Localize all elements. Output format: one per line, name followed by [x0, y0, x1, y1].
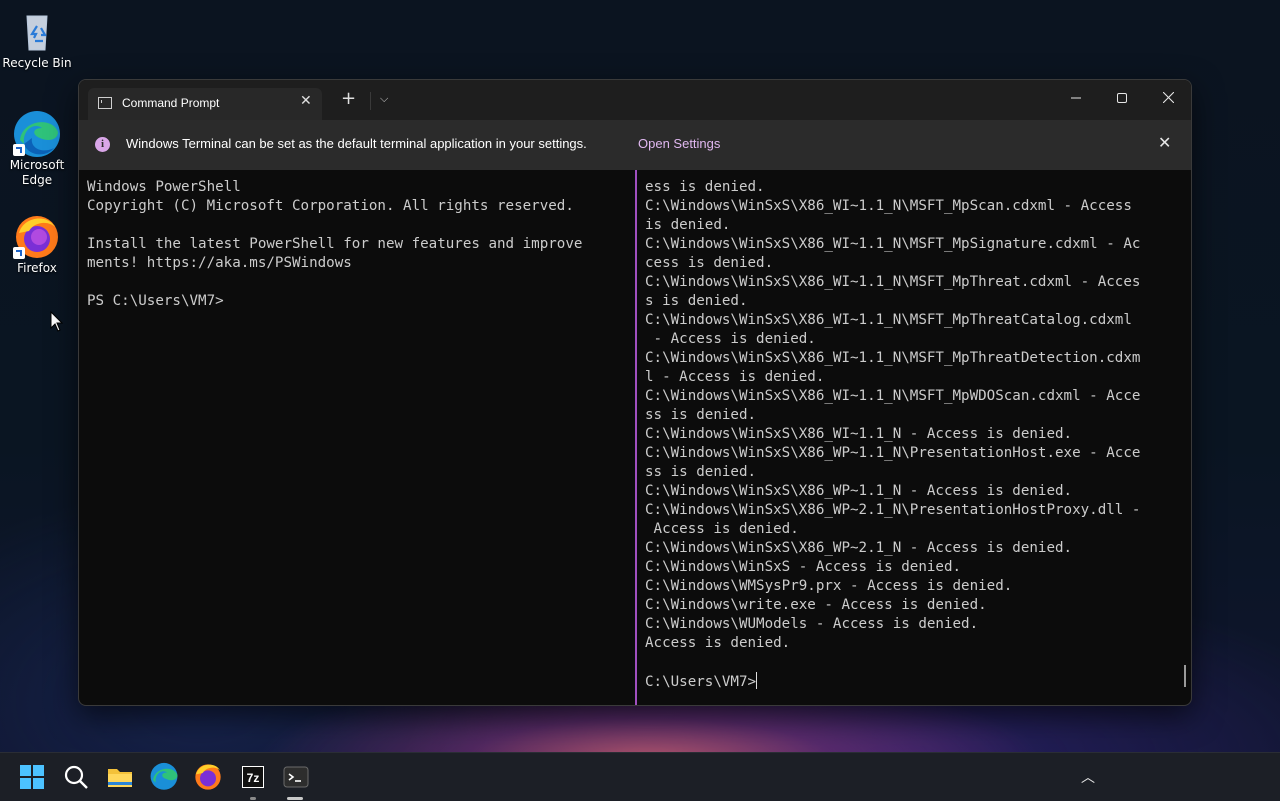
left-terminal-pane[interactable]: Windows PowerShell Copyright (C) Microsof… — [79, 170, 635, 705]
mouse-cursor-icon — [50, 311, 64, 332]
terminal-line: C:\Windows\WinSxS\X86_WP~2.1_N - Access … — [645, 540, 1073, 556]
scrollbar[interactable] — [1184, 665, 1186, 687]
tab-command-prompt[interactable]: Command Prompt ✕ — [88, 88, 322, 120]
terminal-line: Access is denied. — [645, 521, 799, 537]
terminal-button[interactable] — [280, 761, 312, 793]
prompt-text: C:\Users\VM7> — [645, 674, 757, 690]
terminal-line: ss is denied. — [645, 407, 757, 423]
terminal-line: C:\Windows\WinSxS\X86_WI~1.1_N\MSFT_MpTh… — [645, 274, 1141, 290]
new-tab-button[interactable]: + — [341, 90, 356, 108]
terminal-line: C:\Windows\WinSxS\X86_WP~2.1_N\Presentat… — [645, 502, 1141, 518]
terminal-line: C:\Windows\write.exe - Access is denied. — [645, 597, 987, 613]
search-button[interactable] — [60, 761, 92, 793]
open-settings-link[interactable]: Open Settings — [638, 136, 720, 151]
close-tab-icon[interactable]: ✕ — [300, 93, 312, 109]
taskbar: 7z ︿ — [0, 752, 1280, 801]
desktop-icon-label: Microsoft Edge — [9, 158, 65, 187]
text-cursor — [756, 672, 758, 689]
terminal-line: is denied. — [645, 217, 731, 233]
terminal-line: C:\Windows\WMSysPr9.prx - Access is deni… — [645, 578, 1013, 594]
terminal-line: Copyright (C) Microsoft Corporation. All… — [87, 198, 574, 214]
recycle-bin-icon — [15, 8, 59, 52]
info-message: Windows Terminal can be set as the defau… — [126, 136, 587, 151]
terminal-line: Windows PowerShell — [87, 179, 241, 195]
firefox-icon — [13, 213, 59, 259]
firefox-button[interactable] — [192, 761, 224, 793]
terminal-line: C:\Windows\WinSxS\X86_WI~1.1_N - Access … — [645, 426, 1073, 442]
desktop-icon-recycle-bin[interactable]: Recycle Bin — [0, 8, 74, 71]
desktop-icon-firefox[interactable]: Firefox — [0, 213, 74, 276]
divider — [370, 92, 371, 110]
start-button[interactable] — [16, 761, 48, 793]
terminal-line: C:\Windows\WinSxS\X86_WI~1.1_N\MSFT_MpTh… — [645, 312, 1132, 328]
edge-icon — [150, 762, 178, 790]
tab-title: Command Prompt — [122, 96, 220, 110]
maximize-button[interactable] — [1099, 80, 1145, 118]
terminal-line: C:\Windows\WinSxS - Access is denied. — [645, 559, 962, 575]
terminal-line: C:\Windows\WinSxS\X86_WP~1.1_N\Presentat… — [645, 445, 1141, 461]
shortcut-arrow-icon — [13, 247, 25, 259]
desktop-icon-label: Firefox — [17, 261, 57, 275]
terminal-line: C:\Windows\WinSxS\X86_WI~1.1_N\MSFT_MpSc… — [645, 198, 1132, 214]
close-infobar-icon[interactable]: ✕ — [1158, 133, 1171, 152]
terminal-line: - Access is denied. — [645, 331, 816, 347]
chevron-up-icon[interactable]: ︿ — [1081, 767, 1095, 787]
terminal-window[interactable]: Command Prompt ✕ + ⌵ i Windows Terminal … — [78, 79, 1192, 706]
terminal-line: l - Access is denied. — [645, 369, 825, 385]
close-window-button[interactable] — [1145, 80, 1191, 118]
desktop-icon-label: Recycle Bin — [2, 56, 72, 70]
minimize-button[interactable] — [1053, 80, 1099, 118]
terminal-line: Install the latest PowerShell for new fe… — [87, 236, 583, 252]
right-terminal-pane[interactable]: ess is denied. C:\Windows\WinSxS\X86_WI~1… — [637, 170, 1191, 705]
terminal-line: ss is denied. — [645, 464, 757, 480]
terminal-line: C:\Windows\WinSxS\X86_WI~1.1_N\MSFT_MpSi… — [645, 236, 1141, 252]
chevron-down-icon[interactable]: ⌵ — [380, 92, 388, 106]
svg-text:7z: 7z — [247, 771, 260, 785]
edge-icon — [13, 110, 60, 157]
title-bar[interactable]: Command Prompt ✕ + ⌵ — [79, 80, 1191, 120]
start-icon — [20, 765, 44, 789]
firefox-icon — [195, 764, 221, 790]
terminal-line: C:\Windows\WinSxS\X86_WP~1.1_N - Access … — [645, 483, 1073, 499]
7zip-button[interactable]: 7z — [237, 761, 269, 793]
prompt-line[interactable]: C:\Users\VM7> — [645, 672, 1191, 691]
terminal-line: PS C:\Users\VM7> — [87, 293, 224, 309]
terminal-line: ments! https://aka.ms/PSWindows — [87, 255, 352, 271]
search-icon — [64, 765, 88, 789]
shortcut-arrow-icon — [13, 144, 25, 156]
edge-button[interactable] — [148, 761, 180, 793]
terminal-icon — [283, 766, 309, 788]
terminal-line: C:\Windows\WUModels - Access is denied. — [645, 616, 979, 632]
file-explorer-icon — [108, 769, 132, 787]
terminal-line: s is denied. — [645, 293, 748, 309]
terminal-line: C:\Windows\WinSxS\X86_WI~1.1_N\MSFT_MpTh… — [645, 350, 1141, 366]
7zip-icon: 7z — [242, 766, 264, 788]
terminal-line: C:\Windows\WinSxS\X86_WI~1.1_N\MSFT_MpWD… — [645, 388, 1141, 404]
info-bar: i Windows Terminal can be set as the def… — [79, 120, 1191, 170]
command-prompt-icon — [98, 97, 112, 109]
info-icon: i — [95, 137, 110, 152]
terminal-line: ess is denied. — [645, 179, 765, 195]
file-explorer-button[interactable] — [104, 761, 136, 793]
terminal-line: Access is denied. — [645, 635, 791, 651]
terminal-line: cess is denied. — [645, 255, 774, 271]
desktop-icon-edge[interactable]: Microsoft Edge — [0, 110, 74, 188]
